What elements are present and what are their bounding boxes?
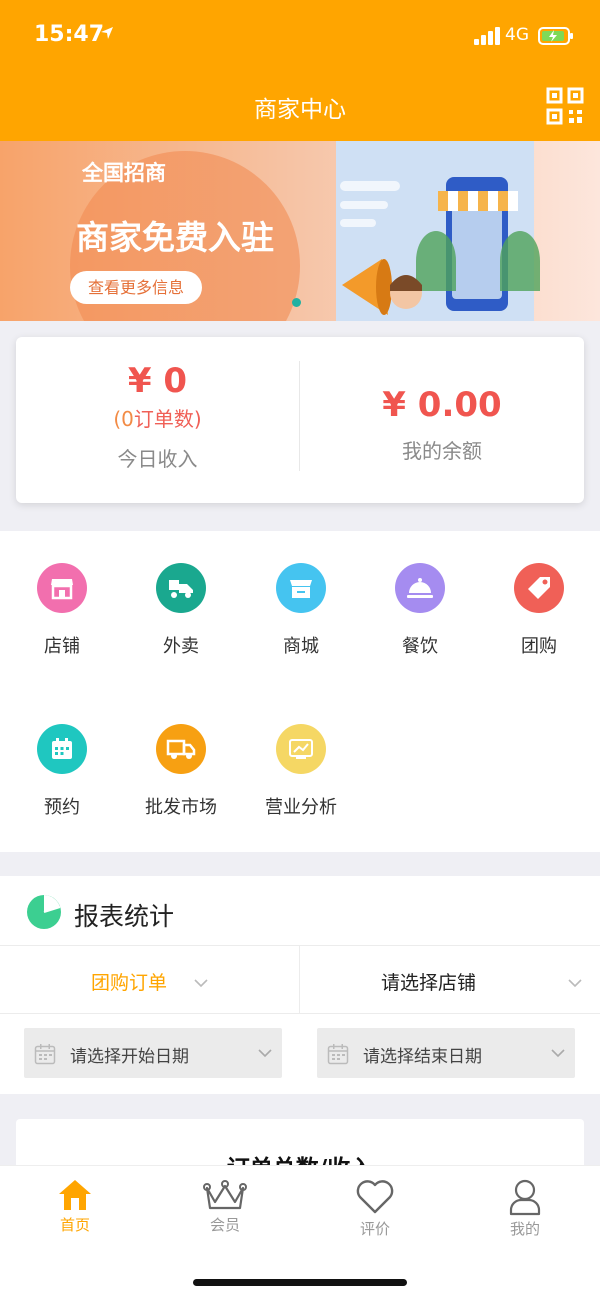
- chevron-down-icon: [194, 979, 208, 988]
- order-type-select[interactable]: 团购订单: [91, 968, 167, 995]
- divider: [0, 1013, 600, 1014]
- grid-item-dining[interactable]: 餐饮: [360, 563, 480, 658]
- tag-icon: [514, 563, 564, 613]
- truck-icon: [156, 724, 206, 774]
- chevron-down-icon: [568, 979, 582, 988]
- grid-item-analytics[interactable]: 营业分析: [241, 724, 361, 819]
- page-title: 商家中心: [254, 97, 346, 123]
- tab-profile[interactable]: 我的: [465, 1178, 585, 1239]
- calendar-icon: [34, 1044, 56, 1065]
- carousel-indicator[interactable]: [292, 298, 301, 307]
- heart-icon: [356, 1180, 394, 1214]
- tab-reviews[interactable]: 评价: [315, 1178, 435, 1239]
- store-select[interactable]: 请选择店铺: [381, 968, 476, 995]
- home-icon: [59, 1180, 91, 1210]
- tab-home[interactable]: 首页: [15, 1178, 135, 1235]
- battery-icon: [538, 27, 573, 45]
- grid-label: 商城: [283, 636, 319, 657]
- home-indicator: [193, 1279, 407, 1286]
- today-income-amount: ¥ 0: [127, 361, 188, 401]
- promo-banner[interactable]: 全国招商 商家免费入驻 查看更多信息: [0, 141, 600, 321]
- tab-member[interactable]: 会员: [165, 1178, 285, 1235]
- tab-label: 我的: [509, 1220, 540, 1238]
- grid-item-group-buy[interactable]: 团购: [479, 563, 599, 658]
- grid-item-delivery[interactable]: 外卖: [121, 563, 241, 658]
- report-section: 报表统计 团购订单 请选择店铺 请选择开始日期 请选择结束日期: [0, 876, 600, 1094]
- calendar-icon: [37, 724, 87, 774]
- location-arrow-icon: [101, 27, 113, 39]
- pie-chart-icon: [27, 895, 61, 929]
- end-date-placeholder: 请选择结束日期: [363, 1047, 482, 1067]
- balance-label: 我的余额: [402, 439, 482, 463]
- banner-headline: 商家免费入驻: [76, 218, 274, 257]
- signal-icon: [474, 27, 500, 45]
- grid-item-wholesale[interactable]: 批发市场: [121, 724, 241, 819]
- tab-label: 评价: [359, 1220, 390, 1238]
- income-card: ¥ 0 (0订单数) 今日收入 ¥ 0.00 我的余额: [16, 337, 584, 503]
- grid-label: 批发市场: [145, 797, 217, 818]
- chart-icon: [276, 724, 326, 774]
- grid-label: 营业分析: [265, 797, 337, 818]
- chevron-down-icon: [551, 1049, 565, 1058]
- grid-label: 店铺: [44, 636, 80, 657]
- divider: [0, 945, 600, 946]
- divider: [299, 945, 300, 1013]
- crown-icon: [203, 1180, 247, 1210]
- dining-icon: [395, 563, 445, 613]
- megaphone-illustration: [342, 259, 422, 315]
- grid-label: 团购: [521, 636, 557, 657]
- order-count: (0订单数): [113, 407, 202, 431]
- today-income-label: 今日收入: [117, 447, 198, 471]
- mall-icon: [276, 563, 326, 613]
- grid-item-appointment[interactable]: 预约: [2, 724, 122, 819]
- store-icon: [37, 563, 87, 613]
- end-date-picker[interactable]: 请选择结束日期: [317, 1028, 575, 1078]
- header: 15:47 4G 商家中心: [0, 0, 600, 141]
- status-time: 15:47: [34, 22, 105, 47]
- start-date-picker[interactable]: 请选择开始日期: [24, 1028, 282, 1078]
- function-grid: 店铺 外卖 商城 餐饮 团购 预约 批发市场 营业分析: [0, 531, 600, 852]
- awning-illustration: [438, 191, 518, 211]
- user-icon: [509, 1179, 541, 1216]
- start-date-placeholder: 请选择开始日期: [70, 1047, 189, 1067]
- qr-code-icon[interactable]: [546, 87, 584, 125]
- grid-item-store[interactable]: 店铺: [2, 563, 122, 658]
- tab-label: 会员: [209, 1216, 240, 1234]
- grid-label: 餐饮: [402, 636, 438, 657]
- plant-illustration: [500, 231, 540, 291]
- grid-item-mall[interactable]: 商城: [241, 563, 361, 658]
- report-title: 报表统计: [74, 902, 175, 931]
- grid-label: 外卖: [163, 636, 199, 657]
- calendar-icon: [327, 1044, 349, 1065]
- chevron-down-icon: [258, 1049, 272, 1058]
- delivery-icon: [156, 563, 206, 613]
- balance-amount: ¥ 0.00: [382, 385, 502, 425]
- banner-tag: 全国招商: [82, 161, 166, 185]
- grid-label: 预约: [44, 797, 80, 818]
- tab-label: 首页: [59, 1216, 90, 1234]
- more-info-button[interactable]: 查看更多信息: [70, 271, 202, 304]
- banner-lines-decoration: [340, 181, 400, 227]
- network-type: 4G: [505, 25, 529, 45]
